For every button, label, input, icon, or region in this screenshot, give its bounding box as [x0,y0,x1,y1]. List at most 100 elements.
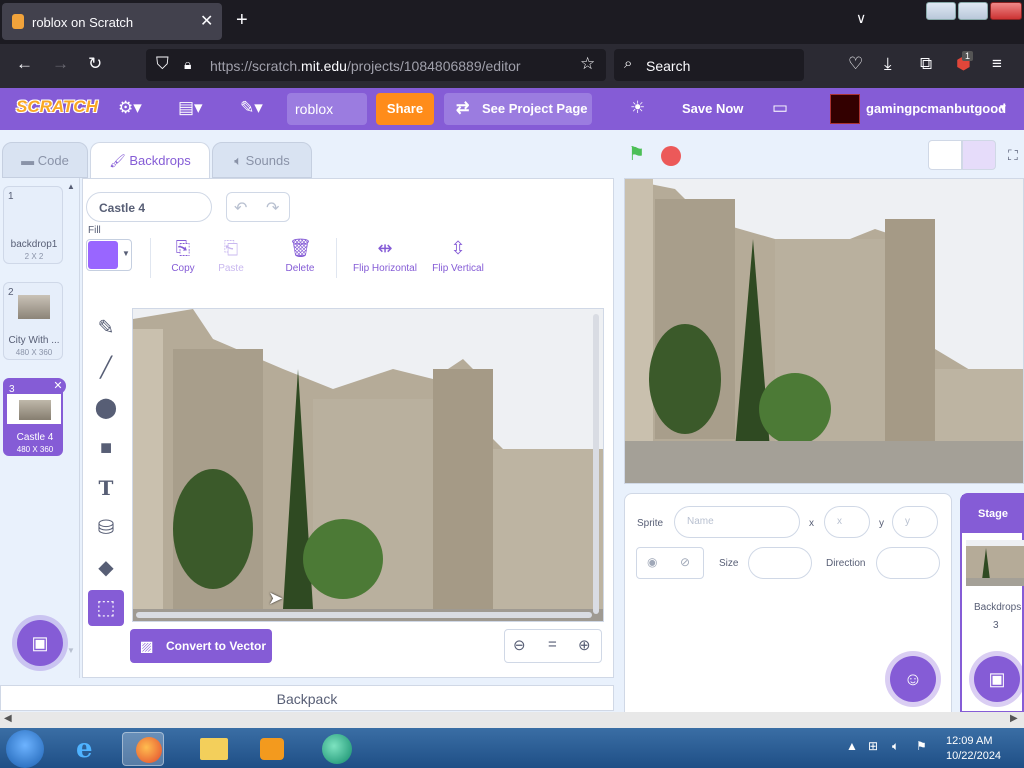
page-horizontal-scrollbar[interactable] [0,712,1024,728]
list-scroll-up-icon[interactable]: ▲ [67,182,75,191]
delete-backdrop-icon[interactable]: ✕ [50,378,66,394]
see-project-page-button[interactable]: ⇄ See Project Page [444,93,592,125]
list-scroll-down-icon[interactable]: ▼ [67,646,75,655]
sprite-name-input[interactable]: Name [674,506,800,538]
rectangle-tool-icon[interactable]: ■ [88,430,124,466]
y-input[interactable]: y [892,506,938,538]
copy-label[interactable]: Copy [166,263,200,274]
network-icon[interactable]: ⊞ [868,739,878,753]
paint-canvas[interactable] [132,308,604,622]
share-button[interactable]: Share [376,93,434,125]
close-tab-icon[interactable]: ✕ [200,11,213,31]
size-input[interactable] [748,547,812,579]
select-tool-icon[interactable]: ⬚ [88,590,124,626]
clock-time[interactable]: 12:09 AM [946,735,992,747]
backdrop-item[interactable]: 1 backdrop1 2 X 2 [3,186,63,264]
start-button-icon[interactable] [6,730,44,768]
canvas-horizontal-scrollbar[interactable] [136,612,592,618]
scroll-right-icon[interactable]: ▶ [1010,713,1018,724]
media-player-icon[interactable] [250,732,292,766]
forward-arrow-icon[interactable]: → [52,54,69,74]
tab-backdrops[interactable]: 🖌︎ Backdrops [90,142,210,178]
paste-icon[interactable]: ⎗ [220,238,242,259]
x-input[interactable]: x [824,506,870,538]
direction-input[interactable] [876,547,940,579]
choose-backdrop-stage-button[interactable]: ▣ [974,656,1020,702]
volume-muted-icon[interactable]: 🔈︎ [892,739,899,754]
account-caret-icon[interactable]: ▼ [998,103,1008,114]
project-title-input[interactable]: roblox [287,93,367,125]
backpack-panel[interactable]: Backpack [0,685,614,711]
fill-bucket-tool-icon[interactable]: ⛁ [88,510,124,546]
normal-stage-button[interactable] [962,140,996,170]
extensions-icon[interactable]: ⧉ [920,54,932,74]
download-icon[interactable]: ⤓ [884,54,892,74]
avatar[interactable] [830,94,860,124]
file-explorer-icon[interactable] [192,732,234,766]
list-tabs-icon[interactable]: ∨ [856,10,866,27]
zoom-reset-button[interactable]: = [548,636,557,653]
search-bar[interactable] [614,49,804,81]
canvas-vertical-scrollbar[interactable] [593,314,599,614]
flip-vertical-icon[interactable]: ⇳ [447,238,469,259]
undo-icon[interactable]: ↶ [234,198,247,218]
settings-gear-icon[interactable]: ⚙▾ [118,98,142,118]
bookmark-star-icon[interactable]: ☆ [580,54,595,74]
costume-name-input[interactable]: Castle 4 [86,192,212,222]
brush-tool-icon[interactable]: ✎ [88,310,124,346]
new-tab-icon[interactable]: + [236,9,248,32]
save-now-button[interactable]: Save Now [682,101,743,116]
line-tool-icon[interactable]: ╱ [88,350,124,386]
choose-backdrop-button[interactable]: ▣ [17,620,63,666]
circle-tool-icon[interactable]: ⬤ [88,390,124,426]
flip-vertical-label[interactable]: Flip Vertical [426,263,490,274]
edit-menu-icon[interactable]: ✎▾ [240,98,263,118]
eraser-tool-icon[interactable]: ◆ [88,550,124,586]
scratch-logo[interactable]: SCRATCH [16,97,98,117]
delete-label[interactable]: Delete [280,263,320,274]
backdrop-item[interactable]: 2 City With ... 480 X 360 [3,282,63,360]
stop-icon[interactable] [661,146,681,166]
browser-tab[interactable]: roblox on Scratch ✕ [2,3,222,40]
tab-code[interactable]: ▬ Code [2,142,88,178]
flip-horizontal-label[interactable]: Flip Horizontal [345,263,425,274]
lock-icon[interactable]: 🔒︎ [184,56,191,73]
tutorials-lightbulb-icon[interactable]: ☀ [630,98,645,118]
fill-color-swatch[interactable] [88,241,118,269]
maximize-window-button[interactable] [958,2,988,20]
back-arrow-icon[interactable]: ← [16,54,33,74]
internet-explorer-icon[interactable]: e [68,732,110,766]
redo-icon[interactable]: ↷ [266,198,279,218]
minimize-window-button[interactable] [926,2,956,20]
convert-to-vector-button[interactable]: ▨ Convert to Vector [130,629,272,663]
green-flag-icon[interactable]: ⚑ [628,143,645,166]
shield-icon[interactable]: ⛉ [156,54,169,74]
url-text[interactable]: https://scratch.mit.edu/projects/1084806… [210,58,521,74]
fullscreen-icon[interactable]: ⛶ [1008,147,1018,164]
app-icon[interactable] [316,732,358,766]
firefox-icon[interactable] [122,732,164,766]
file-menu-icon[interactable]: ▤▾ [178,98,203,118]
copy-icon[interactable]: ⎘ [172,238,194,259]
clock-date[interactable]: 10/22/2024 [946,750,1001,762]
paste-label[interactable]: Paste [214,263,248,274]
text-tool-icon[interactable]: T [88,470,124,506]
hide-eye-icon[interactable]: ⊘ [680,555,690,569]
zoom-in-icon[interactable]: ⊕ [578,636,591,654]
scroll-left-icon[interactable]: ◀ [4,713,12,724]
search-placeholder[interactable]: Search [646,58,690,74]
pocket-icon[interactable]: ♡ [848,54,863,74]
fill-caret-icon[interactable]: ▼ [122,249,130,258]
choose-sprite-button[interactable]: ☺ [890,656,936,702]
flip-horizontal-icon[interactable]: ⇹ [374,238,396,259]
stage[interactable] [624,178,1024,484]
show-eye-icon[interactable]: ◉ [647,555,657,569]
zoom-out-icon[interactable]: ⊖ [513,636,526,654]
reload-icon[interactable]: ↻ [88,54,102,74]
tray-expand-icon[interactable]: ▲ [846,739,858,753]
action-center-flag-icon[interactable]: ⚑ [916,739,927,753]
delete-trash-icon[interactable]: 🗑︎ [289,238,312,259]
my-stuff-folder-icon[interactable]: ▭ [772,98,788,118]
menu-hamburger-icon[interactable]: ≡ [992,54,1002,74]
close-window-button[interactable] [990,2,1022,20]
